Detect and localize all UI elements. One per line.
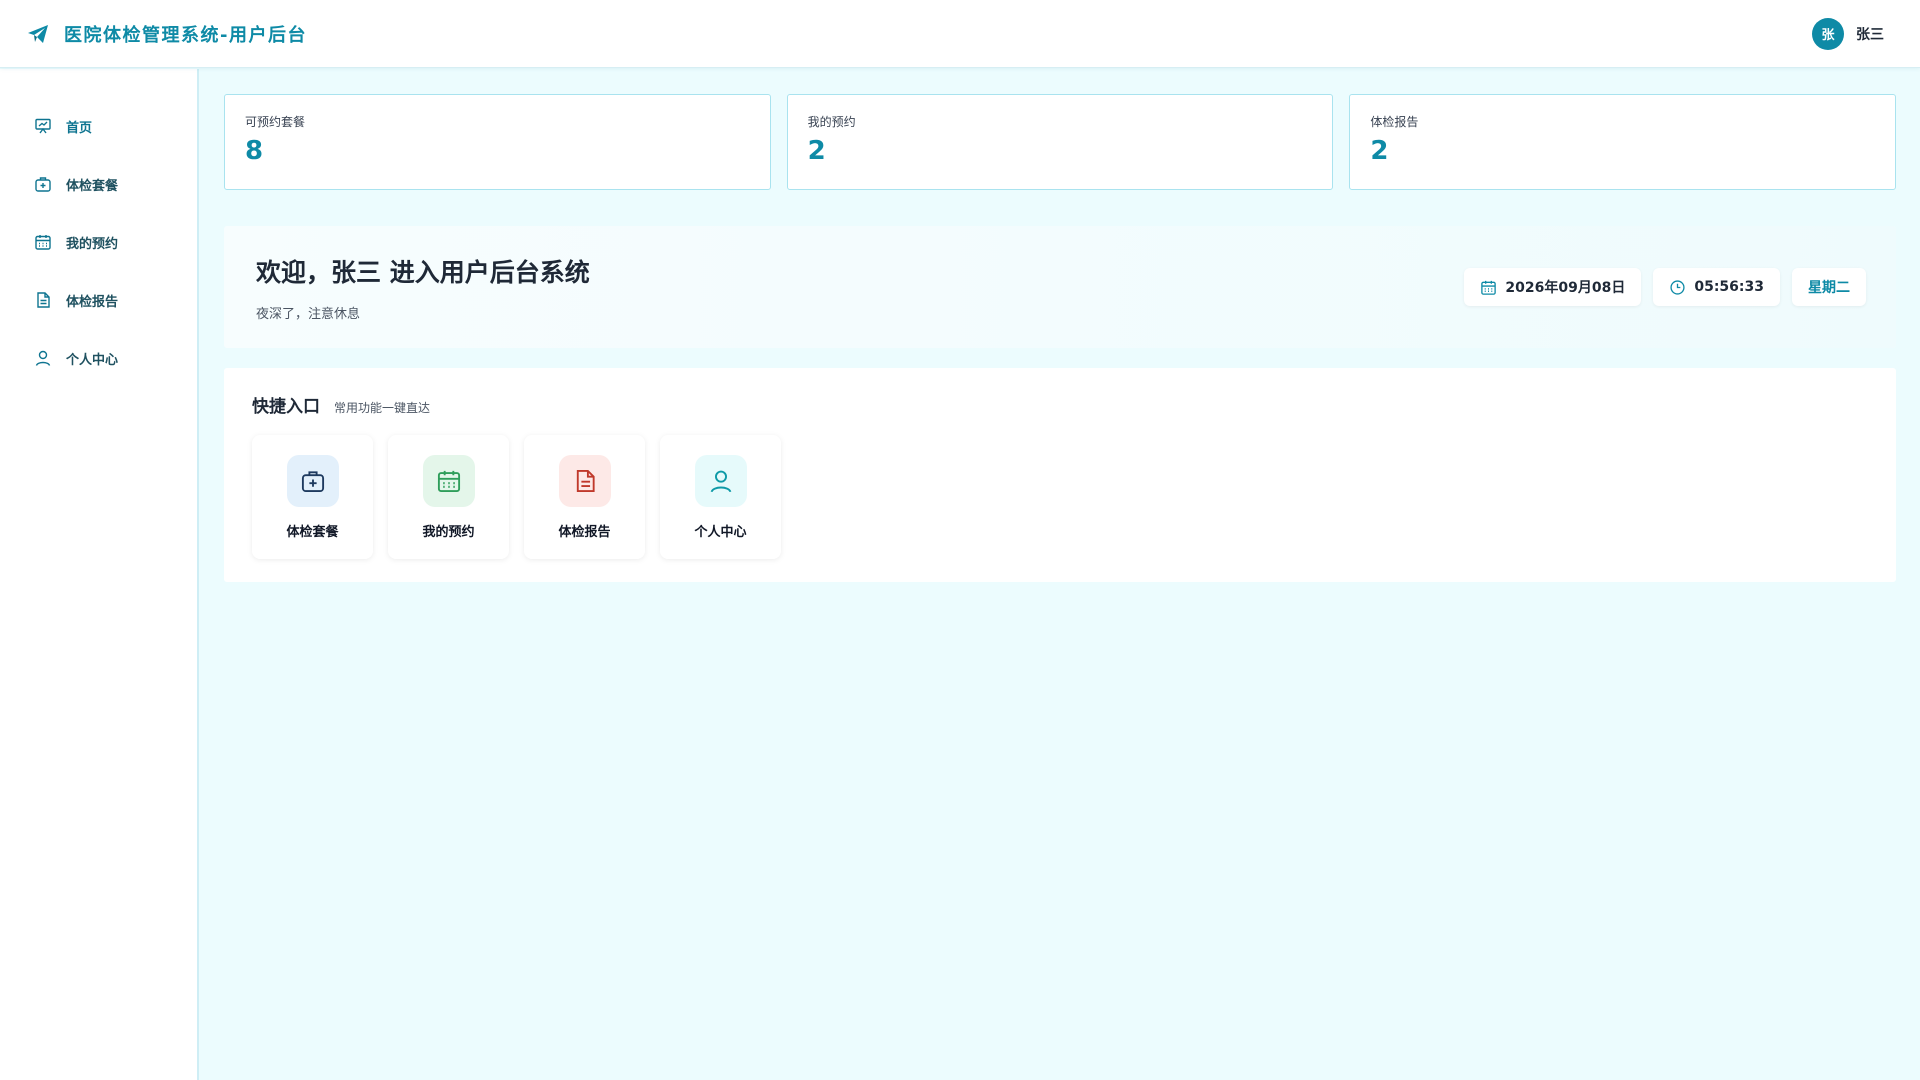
quick-items: 体检套餐 我的预约 体检报告 个人中心: [252, 435, 1868, 559]
sidebar-item-label: 体检套餐: [66, 178, 119, 194]
stat-label: 体检报告: [1370, 115, 1419, 129]
quick-item-appointments[interactable]: 我的预约: [388, 435, 509, 559]
top-header: 医院体检管理系统-用户后台 张 张三: [0, 0, 1920, 68]
medical-kit-icon: [286, 455, 339, 507]
brand[interactable]: 医院体检管理系统-用户后台: [26, 21, 307, 47]
datetime-chips: 2026年09月08日 05:56:33 星期二: [1464, 268, 1866, 306]
main-content: 可预约套餐 8 我的预约 2 体检报告 2 欢迎，张三 进入用户后台系统 夜深了…: [224, 94, 1897, 582]
time-text: 05:56:33: [1694, 279, 1764, 295]
sidebar-item-label: 体检报告: [66, 294, 119, 310]
user-icon: [34, 349, 52, 367]
document-icon: [558, 455, 611, 507]
welcome-title: 欢迎，张三 进入用户后台系统: [256, 257, 590, 287]
calendar-icon: [1480, 279, 1497, 296]
weekday-text: 星期二: [1808, 280, 1850, 296]
clock-icon: [1669, 279, 1686, 296]
sidebar-item-appointments[interactable]: 我的预约: [0, 213, 197, 271]
date-chip: 2026年09月08日: [1464, 268, 1642, 306]
stat-card-packages[interactable]: 可预约套餐 8: [224, 94, 771, 190]
quick-item-label: 体检报告: [558, 525, 611, 540]
quick-title: 快捷入口: [252, 397, 320, 417]
document-icon: [34, 291, 52, 309]
sidebar-item-packages[interactable]: 体检套餐: [0, 155, 197, 213]
welcome-banner: 欢迎，张三 进入用户后台系统 夜深了，注意休息 2026年09月08日 05:5…: [224, 226, 1896, 348]
time-chip: 05:56:33: [1653, 268, 1780, 306]
quick-item-profile[interactable]: 个人中心: [660, 435, 781, 559]
stat-card-reports[interactable]: 体检报告 2: [1349, 94, 1897, 190]
stat-value: 8: [245, 136, 264, 166]
quick-item-packages[interactable]: 体检套餐: [252, 435, 373, 559]
sidebar-item-label: 首页: [66, 120, 93, 136]
avatar[interactable]: 张: [1812, 17, 1844, 50]
calendar-icon: [422, 455, 475, 507]
date-text: 2026年09月08日: [1505, 280, 1626, 296]
dashboard-icon: [34, 117, 52, 135]
quick-subtitle: 常用功能一键直达: [334, 401, 431, 415]
app-title: 医院体检管理系统-用户后台: [64, 24, 307, 46]
stat-label: 可预约套餐: [245, 115, 306, 129]
sidebar-item-home[interactable]: 首页: [0, 97, 197, 155]
stat-value: 2: [1370, 136, 1389, 166]
quick-item-reports[interactable]: 体检报告: [524, 435, 645, 559]
medical-kit-icon: [34, 175, 52, 193]
user-icon: [694, 455, 747, 507]
quick-item-label: 个人中心: [694, 525, 747, 540]
sidebar-item-profile[interactable]: 个人中心: [0, 329, 197, 387]
paper-plane-icon: [26, 22, 50, 46]
sidebar-item-reports[interactable]: 体检报告: [0, 271, 197, 329]
weekday-chip: 星期二: [1792, 268, 1866, 306]
calendar-icon: [34, 233, 52, 251]
sidebar-item-label: 个人中心: [66, 352, 119, 368]
sidebar-item-label: 我的预约: [66, 236, 119, 252]
sidebar: 首页 体检套餐 我的预约 体检报告 个人中心: [0, 69, 199, 1080]
stats-row: 可预约套餐 8 我的预约 2 体检报告 2: [224, 94, 1897, 190]
quick-access-panel: 快捷入口 常用功能一键直达 体检套餐 我的预约 体检报告 个人中心: [224, 368, 1896, 582]
user-menu[interactable]: 张 张三: [1812, 17, 1884, 50]
stat-value: 2: [807, 136, 826, 166]
stat-label: 我的预约: [807, 115, 856, 129]
welcome-subtitle: 夜深了，注意休息: [256, 306, 361, 322]
user-name[interactable]: 张三: [1856, 24, 1884, 44]
quick-item-label: 我的预约: [422, 525, 475, 540]
stat-card-appointments[interactable]: 我的预约 2: [786, 94, 1334, 190]
quick-item-label: 体检套餐: [286, 525, 339, 540]
